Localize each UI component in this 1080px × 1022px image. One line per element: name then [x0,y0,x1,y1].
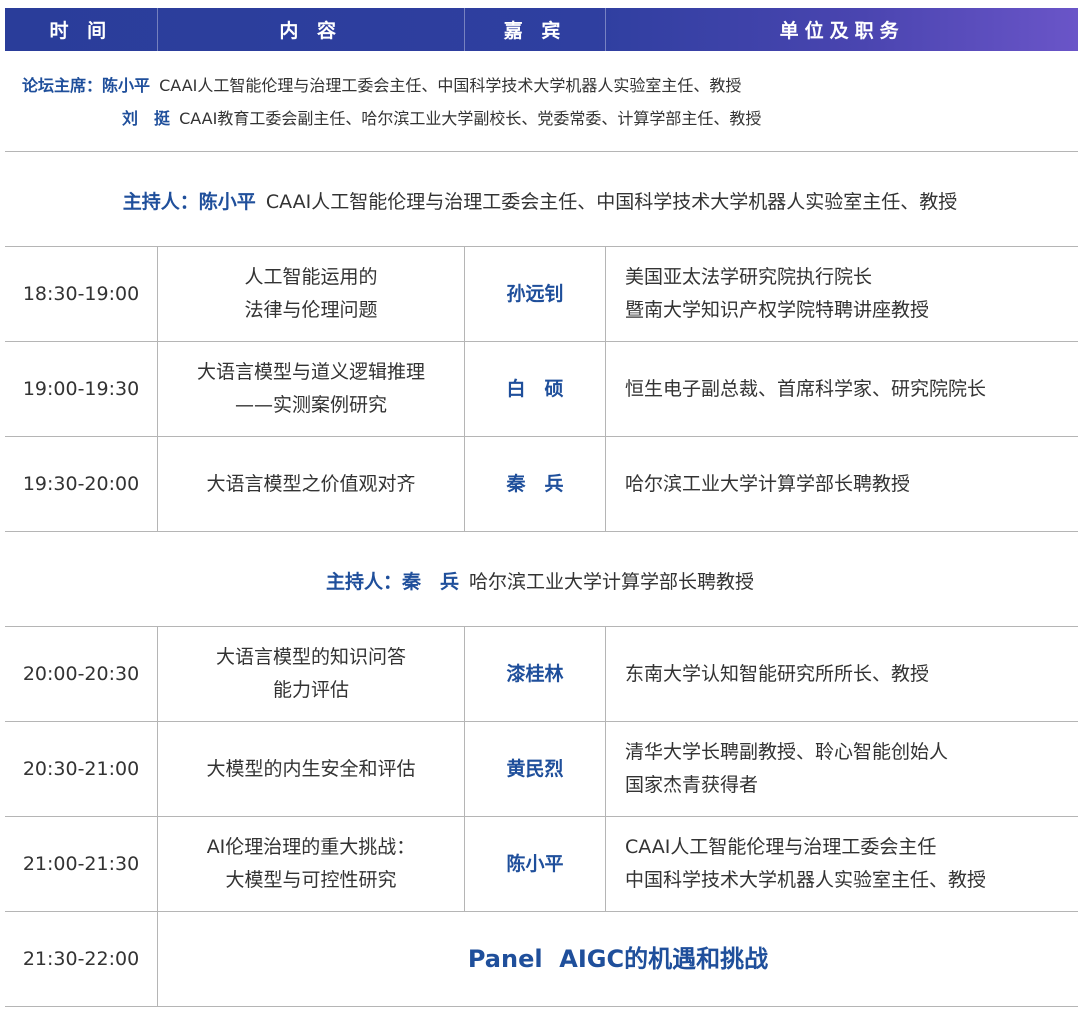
forum-chair-1: 论坛主席：陈小平 CAAI人工智能伦理与治理工委会主任、中国科学技术大学机器人实… [22,72,741,96]
content-line: 大语言模型之价值观对齐 [206,472,416,495]
org-line: CAAI人工智能伦理与治理工委会主任 [625,836,937,858]
content-line: 大语言模型与道义逻辑推理 [196,361,425,383]
table-row: 21:00-21:30 AI伦理治理的重大挑战： 大模型与可控性研究 陈小平 C… [5,817,1078,911]
row-org: 清华大学长聘副教授、聆心智能创始人 国家杰青获得者 [606,722,1080,816]
row-content: 大模型的内生安全和评估 [158,722,464,816]
org-line: 哈尔滨工业大学计算学部长聘教授 [625,472,911,495]
row-time: 18:30-19:00 [22,282,140,305]
table-row: 18:30-19:00 人工智能运用的 法律与伦理问题 孙远钊 美国亚太法学研究… [5,247,1078,341]
row-content: AI伦理治理的重大挑战： 大模型与可控性研究 [158,817,464,911]
table-row: 19:00-19:30 大语言模型与道义逻辑推理 ——实测案例研究 白 硕 恒生… [5,342,1078,436]
row-guest: 孙远钊 [506,282,564,305]
divider [5,531,1078,532]
row-time: 20:30-21:00 [22,757,140,780]
org-line: 恒生电子副总裁、首席科学家、研究院院长 [625,377,987,400]
panel-title: Panel AIGC的机遇和挑战 [467,944,769,973]
row-time: 21:00-21:30 [22,852,140,875]
forum-chair-2: 刘 挺 CAAI教育工委会副主任、哈尔滨工业大学副校长、党委常委、计算学部主任、… [122,105,761,129]
header-time: 时 间 [5,8,158,51]
row-guest: 黄民烈 [506,757,564,780]
chair2-title: CAAI教育工委会副主任、哈尔滨工业大学副校长、党委常委、计算学部主任、教授 [179,109,762,128]
content-line: 大语言模型的知识问答 [215,646,406,668]
row-org: 哈尔滨工业大学计算学部长聘教授 [606,437,1080,531]
chair1-title: CAAI人工智能伦理与治理工委会主任、中国科学技术大学机器人实验室主任、教授 [159,76,742,95]
table-row: 20:30-21:00 大模型的内生安全和评估 黄民烈 清华大学长聘副教授、聆心… [5,722,1078,816]
content-line: 人工智能运用的 [244,266,378,288]
host-label: 主持人： [122,191,199,213]
content-line: 能力评估 [272,679,349,701]
org-line: 清华大学长聘副教授、聆心智能创始人 [625,741,949,763]
host-title: CAAI人工智能伦理与治理工委会主任、中国科学技术大学机器人实验室主任、教授 [265,191,958,213]
row-org: CAAI人工智能伦理与治理工委会主任 中国科学技术大学机器人实验室主任、教授 [606,817,1080,911]
row-org: 恒生电子副总裁、首席科学家、研究院院长 [606,342,1080,436]
org-line: 暨南大学知识产权学院特聘讲座教授 [625,299,930,321]
content-line: ——实测案例研究 [234,394,387,416]
content-line: AI伦理治理的重大挑战： [206,836,416,858]
row-org: 东南大学认知智能研究所所长、教授 [606,627,1080,721]
content-line: 大模型的内生安全和评估 [206,757,416,780]
row-content: 大语言模型的知识问答 能力评估 [158,627,464,721]
row-content: 人工智能运用的 法律与伦理问题 [158,247,464,341]
chair2-name: 刘 挺 [122,109,171,128]
row-guest: 白 硕 [506,377,564,400]
divider [5,1006,1078,1007]
divider [5,151,1078,152]
org-line: 东南大学认知智能研究所所长、教授 [625,662,930,685]
header-content: 内 容 [158,8,465,51]
content-line: 法律与伦理问题 [244,299,378,321]
row-guest: 陈小平 [506,852,564,875]
table-header: 时 间 内 容 嘉 宾 单位及职务 [5,8,1078,51]
row-guest: 漆桂林 [506,662,564,685]
panel-row: 21:30-22:00 Panel AIGC的机遇和挑战 [5,912,1078,1006]
header-guest: 嘉 宾 [465,8,607,51]
row-time: 19:30-20:00 [22,472,140,495]
row-time: 20:00-20:30 [22,662,140,685]
chair1-name: 陈小平 [102,76,151,95]
host-label: 主持人： [325,571,402,593]
table-row: 19:30-20:00 大语言模型之价值观对齐 秦 兵 哈尔滨工业大学计算学部长… [5,437,1078,531]
host-name: 秦 兵 [401,571,459,593]
org-line: 中国科学技术大学机器人实验室主任、教授 [625,869,987,891]
content-line: 大模型与可控性研究 [225,869,397,891]
row-org: 美国亚太法学研究院执行院长 暨南大学知识产权学院特聘讲座教授 [606,247,1080,341]
host-name: 陈小平 [198,191,256,213]
host-title: 哈尔滨工业大学计算学部长聘教授 [469,571,755,593]
row-time: 19:00-19:30 [22,377,140,400]
header-org: 单位及职务 [779,20,905,42]
row-content: 大语言模型与道义逻辑推理 ——实测案例研究 [158,342,464,436]
row-guest: 秦 兵 [506,472,564,495]
table-row: 20:00-20:30 大语言模型的知识问答 能力评估 漆桂林 东南大学认知智能… [5,627,1078,721]
row-time: 21:30-22:00 [22,947,140,970]
row-content: 大语言模型之价值观对齐 [158,437,464,531]
chair-label: 论坛主席： [22,76,103,95]
session1-host: 主持人：陈小平 CAAI人工智能伦理与治理工委会主任、中国科学技术大学机器人实验… [0,187,1080,214]
session2-host: 主持人：秦 兵 哈尔滨工业大学计算学部长聘教授 [0,567,1080,594]
org-line: 国家杰青获得者 [625,774,759,796]
org-line: 美国亚太法学研究院执行院长 [625,266,873,288]
